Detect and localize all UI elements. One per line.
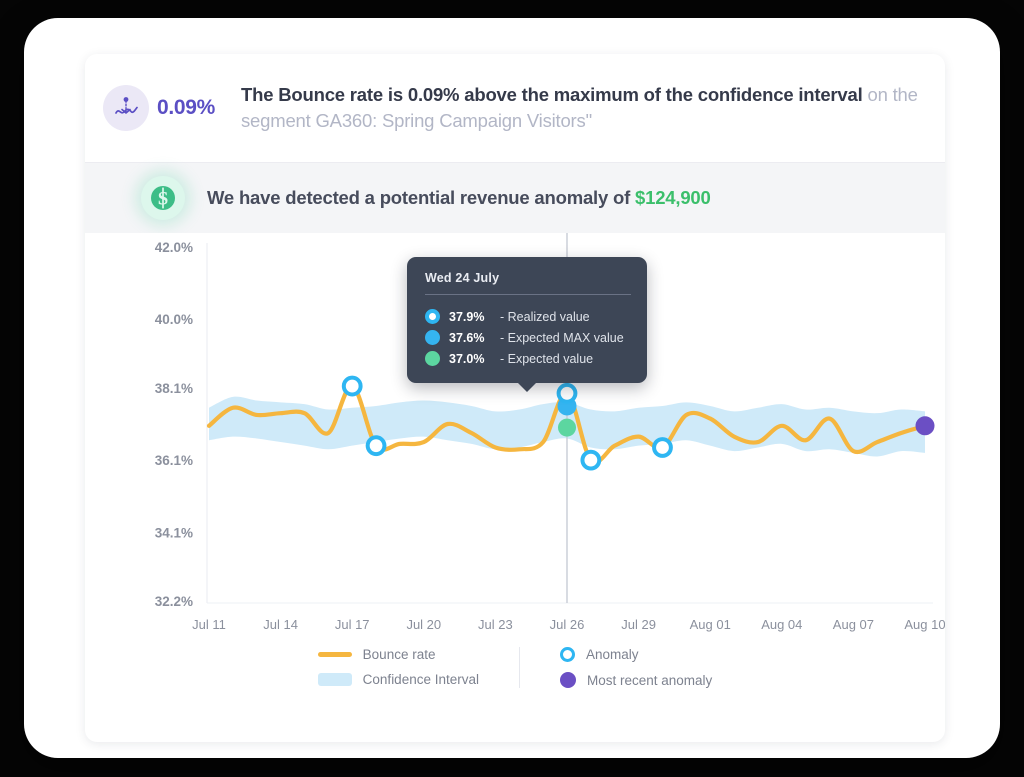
x-axis-tick-label: Jul 26 <box>550 617 585 632</box>
tooltip-divider <box>425 294 631 295</box>
page-title: The Bounce rate is 0.09% above the maxim… <box>233 82 921 135</box>
anomaly-point[interactable] <box>556 382 578 404</box>
x-axis-tick-label: Jul 23 <box>478 617 513 632</box>
outer-card: 0.09% The Bounce rate is 0.09% above the… <box>24 18 1000 758</box>
legend-item-confidence-interval[interactable]: Confidence Interval <box>317 672 479 687</box>
kpi-value: 0.09% <box>157 96 216 119</box>
tooltip-value: 37.6% <box>449 330 485 345</box>
y-axis-tick-label: 32.2% <box>155 594 193 609</box>
y-axis-tick-label: 34.1% <box>155 525 193 540</box>
x-axis-tick-label: Aug 04 <box>761 617 802 632</box>
anomaly-point[interactable] <box>580 449 602 471</box>
headline-bold: The Bounce rate is 0.09% above the maxim… <box>241 83 863 105</box>
revenue-amount: $124,900 <box>635 187 711 208</box>
x-axis-tick-label: Jul 20 <box>406 617 441 632</box>
x-axis-tick-label: Aug 01 <box>690 617 731 632</box>
dot-swatch-icon <box>560 672 576 688</box>
anomaly-point[interactable] <box>652 437 673 458</box>
tooltip-label: - Expected MAX value <box>500 330 624 345</box>
most-recent-anomaly-point[interactable] <box>915 416 935 436</box>
x-axis-tick-label: Jul 14 <box>263 617 298 632</box>
tooltip-value: 37.9% <box>449 309 485 324</box>
x-axis-tick-label: Jul 11 <box>192 617 226 632</box>
dollar-sign-icon: S <box>141 176 185 220</box>
y-axis-tick-label: 38.1% <box>155 381 193 396</box>
panel-header: 0.09% The Bounce rate is 0.09% above the… <box>85 54 945 163</box>
tooltip-label: - Realized value <box>500 309 590 324</box>
tooltip-title: Wed 24 July <box>425 271 500 285</box>
y-axis-tick-label: 36.1% <box>155 453 193 468</box>
anomaly-wave-icon <box>103 85 149 131</box>
expected-value-point <box>558 418 576 437</box>
legend-column-right: Anomaly Most recent anomaly <box>519 647 712 688</box>
kpi-block: 0.09% <box>103 85 233 131</box>
tooltip-row: 37.9% - Realized value <box>425 306 631 327</box>
x-axis-tick-label: Aug 07 <box>833 617 874 632</box>
tooltip-row: 37.6% - Expected MAX value <box>425 327 631 348</box>
screenshot-root: 0.09% The Bounce rate is 0.09% above the… <box>0 0 1024 777</box>
legend-item-anomaly[interactable]: Anomaly <box>560 647 712 662</box>
revenue-text-prefix: We have detected a potential revenue ano… <box>207 187 636 208</box>
x-axis-tick-label: Jul 29 <box>621 617 656 632</box>
revenue-anomaly-banner: S We have detected a potential revenue a… <box>85 163 945 233</box>
x-axis-tick-label: Aug 10 <box>904 617 945 632</box>
legend-label: Most recent anomaly <box>587 672 713 688</box>
y-axis-tick-label: 40.0% <box>155 312 193 327</box>
chart-legend: Bounce rate Confidence Interval Anomaly <box>85 647 945 688</box>
line-swatch-icon <box>317 652 352 657</box>
expected-max-marker-icon <box>425 330 440 345</box>
tooltip-row: 37.0% - Expected value <box>425 348 631 369</box>
tooltip-label: - Expected value <box>500 351 594 366</box>
band-swatch-icon <box>317 673 352 686</box>
bounce-rate-chart: 42.0% 40.0% 38.1% 36.1% 34.1% 32.2% Jul 11 Jul … <box>85 233 945 713</box>
anomaly-point[interactable] <box>341 375 363 397</box>
anomaly-point[interactable] <box>365 435 387 457</box>
legend-column-left: Bounce rate Confidence Interval <box>317 647 479 688</box>
tooltip-value: 37.0% <box>449 351 485 366</box>
ring-swatch-icon <box>560 647 575 662</box>
legend-label: Bounce rate <box>362 647 436 662</box>
legend-item-most-recent-anomaly[interactable]: Most recent anomaly <box>560 672 712 688</box>
realized-value-marker-icon <box>425 309 440 324</box>
legend-label: Anomaly <box>586 647 639 662</box>
anomaly-report-panel: 0.09% The Bounce rate is 0.09% above the… <box>85 54 945 742</box>
chart-tooltip: Wed 24 July 37.9% - Realized value 37.6%… <box>407 257 647 392</box>
y-axis-tick-label: 42.0% <box>155 240 193 255</box>
legend-item-bounce-rate[interactable]: Bounce rate <box>317 647 479 662</box>
legend-label: Confidence Interval <box>362 672 479 687</box>
expected-value-marker-icon <box>425 351 440 366</box>
revenue-banner-text: We have detected a potential revenue ano… <box>207 187 711 209</box>
x-axis-tick-label: Jul 17 <box>335 617 370 632</box>
